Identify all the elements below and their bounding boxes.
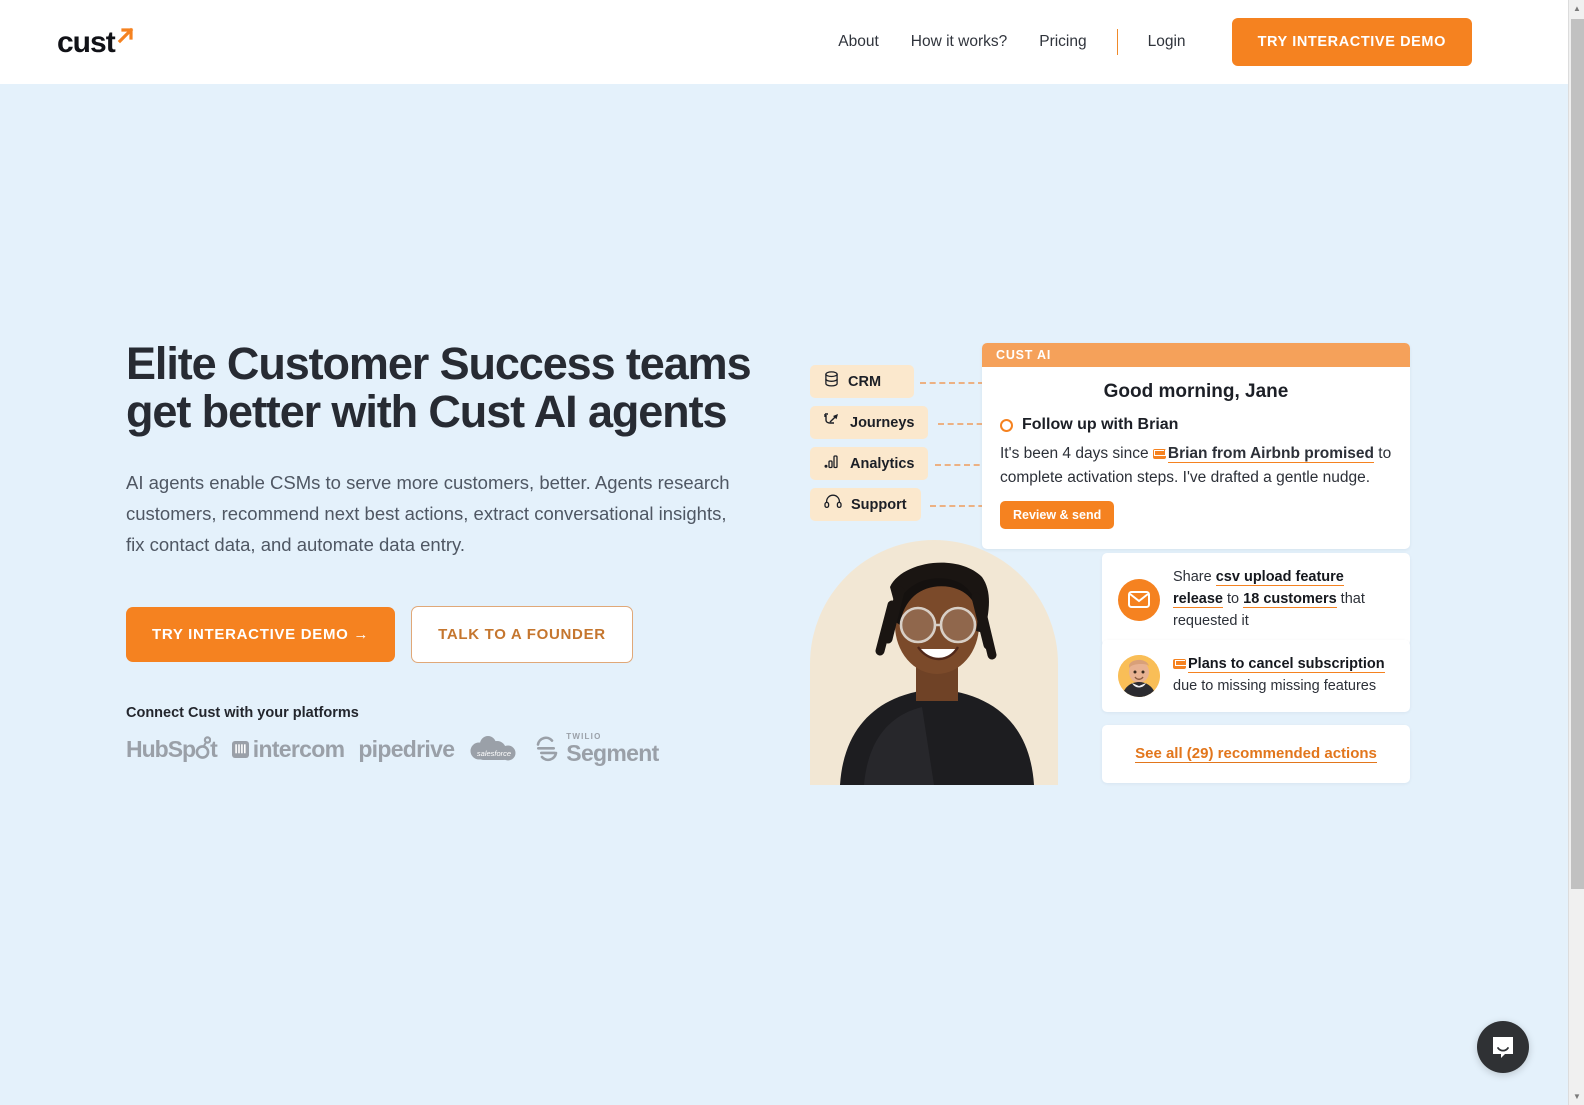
- cust-ai-badge: CUST AI: [982, 343, 1410, 367]
- task-circle-icon: [1000, 418, 1013, 432]
- database-icon: [824, 371, 839, 392]
- ai-task-title: Follow up with Brian: [1022, 416, 1179, 433]
- nav-item-login[interactable]: Login: [1132, 33, 1202, 51]
- see-all-link[interactable]: See all (29) recommended actions: [1135, 745, 1377, 763]
- scroll-up-arrow-icon[interactable]: ▲: [1569, 0, 1584, 17]
- chip-support[interactable]: Support: [810, 488, 921, 521]
- svg-text:salesforce: salesforce: [477, 749, 511, 758]
- site-header: cust About How it works? Pricing Login T…: [0, 0, 1568, 84]
- platforms-label: Connect Cust with your platforms: [126, 705, 359, 722]
- hero-subheadline: AI agents enable CSMs to serve more cust…: [126, 472, 730, 556]
- action-middle: to: [1223, 590, 1244, 607]
- chat-launcher-button[interactable]: [1477, 1021, 1529, 1073]
- chip-label: Support: [851, 496, 907, 513]
- hero-visual: CRM Journeys Analytics Support CUST AI G…: [810, 335, 1430, 795]
- nav-item-how-it-works[interactable]: How it works?: [895, 33, 1023, 51]
- bar-chart-icon: [824, 453, 841, 474]
- nav-item-pricing[interactable]: Pricing: [1023, 33, 1102, 51]
- page-scrollbar[interactable]: ▲ ▼: [1568, 0, 1584, 1105]
- ai-task-description: It's been 4 days since Brian from Airbnb…: [1000, 442, 1392, 489]
- envelope-mini-icon: [1173, 659, 1186, 669]
- header-try-demo-button[interactable]: TRY INTERACTIVE DEMO: [1231, 18, 1472, 66]
- envelope-icon: [1118, 578, 1160, 621]
- action-card-text: Share csv upload feature release to 18 c…: [1173, 567, 1394, 632]
- ai-task-row: Follow up with Brian: [1000, 416, 1392, 434]
- action-card-text: Plans to cancel subscription due to miss…: [1173, 654, 1385, 698]
- scroll-down-arrow-icon[interactable]: ▼: [1569, 1088, 1584, 1105]
- chip-label: Analytics: [850, 455, 915, 472]
- page-title: Elite Customer Success teams get better …: [126, 338, 752, 437]
- logo-arrow-icon: [116, 26, 136, 51]
- action-card-share-release[interactable]: Share csv upload feature release to 18 c…: [1102, 553, 1410, 647]
- hero-try-demo-button[interactable]: TRY INTERACTIVE DEMO →: [126, 607, 396, 663]
- action-highlight-customers: 18 customers: [1243, 590, 1337, 608]
- envelope-mini-icon: [1152, 449, 1166, 459]
- chip-label: Journeys: [850, 414, 915, 431]
- action-card-cancel-subscription[interactable]: Plans to cancel subscription due to miss…: [1102, 640, 1410, 712]
- intercom-logo: intercom: [231, 736, 345, 763]
- headset-icon: [824, 494, 842, 515]
- intercom-chat-icon: [1493, 1037, 1513, 1058]
- chip-crm[interactable]: CRM: [810, 365, 914, 398]
- chip-analytics[interactable]: Analytics: [810, 447, 929, 480]
- cust-ai-card: CUST AI Good morning, Jane Follow up wit…: [982, 343, 1410, 550]
- segment-wordmark: Segment: [566, 740, 659, 767]
- main-navigation: About How it works? Pricing Login TRY IN…: [822, 0, 1472, 84]
- nav-item-about[interactable]: About: [822, 33, 895, 51]
- logo-wordmark: cust: [57, 26, 116, 59]
- pipedrive-logo: pipedrive: [358, 735, 455, 762]
- ai-text-highlight: Brian from Airbnb promised: [1167, 445, 1374, 463]
- salesforce-logo: salesforce: [468, 733, 520, 765]
- avatar: [1118, 654, 1160, 697]
- action-card-see-all[interactable]: See all (29) recommended actions: [1102, 725, 1410, 783]
- journey-arrow-icon: [824, 412, 841, 433]
- review-and-send-button[interactable]: Review & send: [1000, 501, 1115, 530]
- chip-label: CRM: [848, 373, 882, 390]
- hero-cta-row: TRY INTERACTIVE DEMO → TALK TO A FOUNDER: [126, 606, 786, 664]
- data-source-chips: CRM Journeys Analytics Support: [810, 365, 980, 529]
- action-prefix: Share: [1173, 569, 1216, 585]
- chip-journeys[interactable]: Journeys: [810, 406, 929, 439]
- brand-logo[interactable]: cust: [57, 26, 136, 58]
- person-illustration: [840, 562, 1034, 785]
- hubspot-logo: HubSp t: [126, 735, 218, 762]
- action-subtitle: due to missing missing features: [1173, 677, 1377, 694]
- action-title: Plans to cancel subscription: [1188, 656, 1385, 673]
- platform-logo-strip: HubSp t intercom pipedrive salesforce TW…: [126, 733, 786, 765]
- scrollbar-thumb[interactable]: [1571, 19, 1584, 889]
- hero-talk-to-founder-button[interactable]: TALK TO A FOUNDER: [411, 606, 633, 664]
- csm-photo: [810, 540, 1058, 785]
- hero-copy: Elite Customer Success teams get better …: [126, 340, 786, 765]
- twilio-segment-logo: TWILIO Segment: [534, 733, 659, 767]
- ai-greeting: Good morning, Jane: [1103, 381, 1289, 402]
- nav-divider: [1116, 29, 1118, 55]
- ai-text-prefix: It's been 4 days since: [1000, 445, 1153, 462]
- cust-ai-body: Good morning, Jane Follow up with Brian …: [982, 367, 1410, 549]
